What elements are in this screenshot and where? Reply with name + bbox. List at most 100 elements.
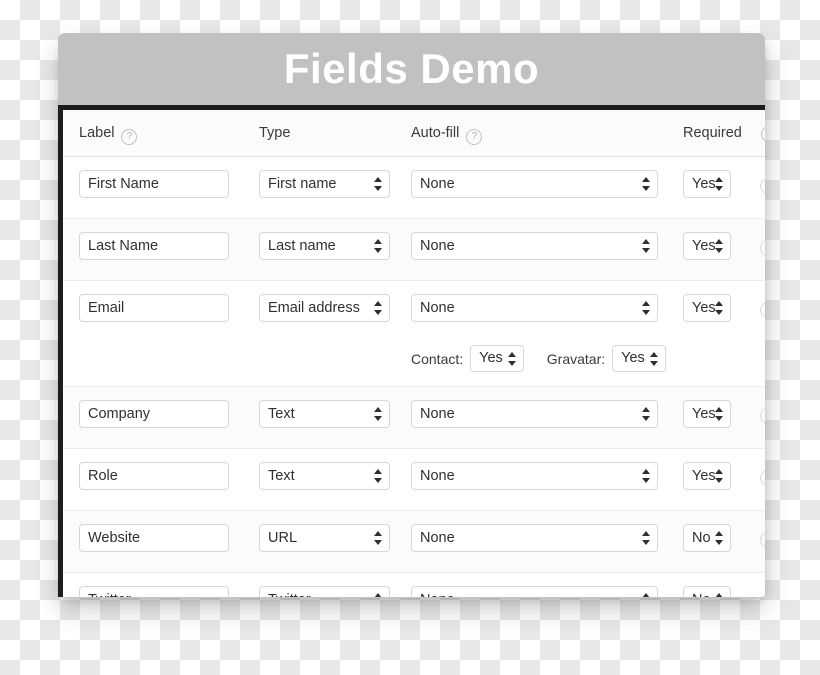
field-label-input[interactable]: First Name bbox=[79, 170, 229, 198]
field-required-select[interactable]: No bbox=[683, 524, 731, 552]
table-row: Email Email address None Yes Contact: Yes Grav… bbox=[63, 281, 765, 387]
field-type-value: Last name bbox=[268, 238, 336, 254]
field-type-value: Email address bbox=[268, 300, 360, 316]
content-frame: Label? Type Auto-fill? Required ? First … bbox=[58, 105, 765, 597]
table-row-controls: Twitter Twitter None No bbox=[63, 573, 765, 597]
field-autofill-value: None bbox=[420, 468, 455, 484]
question-mark-circle-icon[interactable]: ? bbox=[466, 129, 483, 145]
table-row: Website URL None No bbox=[63, 511, 765, 573]
stepper-arrows-icon[interactable] bbox=[374, 406, 382, 422]
stepper-arrows-icon[interactable] bbox=[642, 238, 650, 254]
field-required-select[interactable]: Yes bbox=[683, 400, 731, 428]
field-required-value: Yes bbox=[692, 238, 716, 254]
field-label-input[interactable]: Twitter bbox=[79, 586, 229, 597]
stepper-arrows-icon[interactable] bbox=[715, 406, 723, 422]
field-autofill-value: None bbox=[420, 176, 455, 192]
field-required-select[interactable]: No bbox=[683, 586, 731, 597]
sub-option-select[interactable]: Yes bbox=[612, 345, 666, 372]
field-autofill-value: None bbox=[420, 592, 455, 597]
field-required-value: No bbox=[692, 592, 711, 597]
stepper-arrows-icon[interactable] bbox=[642, 468, 650, 484]
window-title: Fields Demo bbox=[283, 45, 540, 92]
column-header-required: Required bbox=[683, 125, 742, 141]
field-label-input[interactable]: Last Name bbox=[79, 232, 229, 260]
sub-option-label: Contact: bbox=[411, 350, 464, 367]
field-required-select[interactable]: Yes bbox=[683, 232, 731, 260]
field-sub-options-group: Contact: Yes Gravatar: Yes bbox=[411, 345, 666, 372]
field-required-select[interactable]: Yes bbox=[683, 462, 731, 490]
stepper-arrows-icon[interactable] bbox=[715, 238, 723, 254]
field-autofill-select[interactable]: None bbox=[411, 170, 658, 198]
stepper-arrows-icon[interactable] bbox=[642, 592, 650, 597]
field-type-select[interactable]: URL bbox=[259, 524, 390, 552]
row-drag-handle[interactable] bbox=[760, 594, 765, 597]
field-required-select[interactable]: Yes bbox=[683, 170, 731, 198]
field-type-value: URL bbox=[268, 530, 298, 546]
table-row-controls: Website URL None No bbox=[63, 511, 765, 572]
column-header-autofill: Auto-fill? bbox=[411, 125, 483, 145]
field-required-value: Yes bbox=[692, 300, 716, 316]
row-drag-handle[interactable] bbox=[760, 240, 765, 256]
table-row-controls: First Name First name None Yes bbox=[63, 157, 765, 218]
stepper-arrows-icon[interactable] bbox=[374, 530, 382, 546]
row-drag-handle[interactable] bbox=[760, 178, 765, 194]
field-label-input[interactable]: Website bbox=[79, 524, 229, 552]
row-drag-handle[interactable] bbox=[760, 532, 765, 548]
stepper-arrows-icon[interactable] bbox=[507, 351, 516, 367]
table-row-controls: Role Text None Yes bbox=[63, 449, 765, 510]
field-autofill-select[interactable]: None bbox=[411, 524, 658, 552]
field-type-select[interactable]: Email address bbox=[259, 294, 390, 322]
question-mark-circle-icon[interactable]: ? bbox=[121, 129, 138, 145]
stepper-arrows-icon[interactable] bbox=[374, 176, 382, 192]
table-row-controls: Company Text None Yes bbox=[63, 387, 765, 448]
field-autofill-value: None bbox=[420, 238, 455, 254]
field-label-input[interactable]: Company bbox=[79, 400, 229, 428]
sub-option-value: Yes bbox=[479, 350, 503, 366]
field-label-input[interactable]: Email bbox=[79, 294, 229, 322]
stepper-arrows-icon[interactable] bbox=[642, 530, 650, 546]
field-autofill-select[interactable]: None bbox=[411, 294, 658, 322]
row-drag-handle[interactable] bbox=[760, 408, 765, 424]
field-autofill-select[interactable]: None bbox=[411, 400, 658, 428]
stepper-arrows-icon[interactable] bbox=[642, 176, 650, 192]
field-autofill-select[interactable]: None bbox=[411, 232, 658, 260]
table-row-controls: Email Email address None Yes bbox=[63, 281, 765, 342]
field-autofill-select[interactable]: None bbox=[411, 462, 658, 490]
stepper-arrows-icon[interactable] bbox=[374, 238, 382, 254]
table-column-header: Label? Type Auto-fill? Required ? bbox=[63, 110, 765, 157]
field-type-value: Twitter bbox=[268, 592, 311, 597]
stepper-arrows-icon[interactable] bbox=[374, 592, 382, 597]
row-drag-handle[interactable] bbox=[760, 302, 765, 318]
row-drag-handle[interactable] bbox=[760, 470, 765, 486]
stepper-arrows-icon[interactable] bbox=[642, 300, 650, 316]
field-autofill-value: None bbox=[420, 300, 455, 316]
field-type-select[interactable]: Text bbox=[259, 462, 390, 490]
stepper-arrows-icon[interactable] bbox=[715, 300, 723, 316]
table-row: Role Text None Yes bbox=[63, 449, 765, 511]
stepper-arrows-icon[interactable] bbox=[649, 351, 658, 367]
stepper-arrows-icon[interactable] bbox=[715, 592, 723, 597]
screenshot-stage: Fields Demo Label? Type Auto-fill? Requi… bbox=[0, 0, 820, 675]
stepper-arrows-icon[interactable] bbox=[715, 176, 723, 192]
stepper-arrows-icon[interactable] bbox=[374, 300, 382, 316]
window-titlebar: Fields Demo bbox=[58, 33, 765, 105]
stepper-arrows-icon[interactable] bbox=[715, 468, 723, 484]
field-autofill-select[interactable]: None bbox=[411, 586, 658, 597]
stepper-arrows-icon[interactable] bbox=[642, 406, 650, 422]
field-type-select[interactable]: Twitter bbox=[259, 586, 390, 597]
field-required-value: Yes bbox=[692, 176, 716, 192]
sub-option-select[interactable]: Yes bbox=[470, 345, 524, 372]
field-required-select[interactable]: Yes bbox=[683, 294, 731, 322]
field-type-select[interactable]: First name bbox=[259, 170, 390, 198]
table-row: Last Name Last name None Yes bbox=[63, 219, 765, 281]
field-type-select[interactable]: Last name bbox=[259, 232, 390, 260]
question-mark-circle-icon[interactable]: ? bbox=[761, 126, 765, 142]
field-sub-options-row: Contact: Yes Gravatar: Yes bbox=[63, 342, 765, 386]
field-label-input[interactable]: Role bbox=[79, 462, 229, 490]
field-autofill-value: None bbox=[420, 530, 455, 546]
column-header-label-text: Label bbox=[79, 125, 115, 141]
table-row-controls: Last Name Last name None Yes bbox=[63, 219, 765, 280]
stepper-arrows-icon[interactable] bbox=[374, 468, 382, 484]
stepper-arrows-icon[interactable] bbox=[715, 530, 723, 546]
field-type-select[interactable]: Text bbox=[259, 400, 390, 428]
